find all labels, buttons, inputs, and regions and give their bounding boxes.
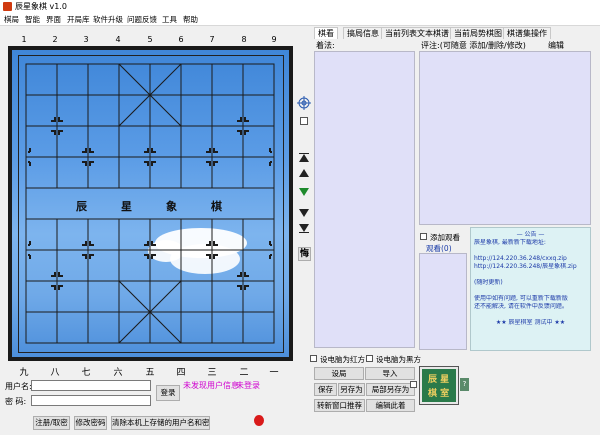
- password-field[interactable]: [31, 395, 151, 406]
- announcement-title: — 公告 —: [516, 231, 545, 238]
- file-label-bottom: 五: [145, 368, 155, 378]
- announcement-line: ★★ 辰星棋室 测试中 ★★: [495, 319, 566, 326]
- river-text: 星: [121, 200, 132, 213]
- announcement-line: 使用中如有问题, 可以重新下载新版: [474, 295, 568, 302]
- file-label-bottom: 一: [269, 368, 279, 378]
- announcement-line[interactable]: http://124.220.36.248/辰星象棋.zip: [474, 263, 587, 271]
- username-field[interactable]: [31, 380, 151, 391]
- computer-red-checkbox[interactable]: [310, 355, 317, 362]
- announcement-line: [474, 311, 587, 319]
- change-password-button[interactable]: 修改密码: [74, 416, 107, 430]
- add-watch-checkbox[interactable]: [420, 233, 427, 240]
- edit-label[interactable]: 编辑: [548, 40, 564, 51]
- announcement-line: 还不能解决, 请在软件中反馈问题。: [474, 303, 568, 310]
- announcement-line: 辰星象棋, 最新新下载地址:: [474, 239, 546, 246]
- river-text: 辰: [76, 200, 87, 213]
- first-move-icon[interactable]: [297, 153, 311, 162]
- help-button[interactable]: ?: [460, 378, 469, 391]
- file-label-bottom: 三: [207, 368, 217, 378]
- add-watch-label: 添加观看: [430, 233, 460, 242]
- user-status-text: 未发现用户信息: [183, 381, 239, 390]
- save-button[interactable]: 保存: [314, 383, 337, 396]
- river-text: 棋: [211, 200, 222, 213]
- red-apple-icon[interactable]: [254, 415, 264, 426]
- edit-move-button[interactable]: 编辑此着: [366, 399, 415, 412]
- announcement-line[interactable]: http://124.220.36.248/cxxq.zip: [474, 255, 587, 263]
- file-label-bottom: 六: [113, 368, 123, 378]
- login-button[interactable]: 登录: [156, 385, 180, 401]
- compass-icon[interactable]: [297, 96, 311, 113]
- file-label-bottom: 二: [239, 368, 249, 378]
- new-window-button[interactable]: 转新窗口推荐: [314, 399, 365, 412]
- announcement-line: [474, 271, 587, 279]
- tab-game-info[interactable]: 搞局信息: [343, 27, 383, 39]
- brand-text: 辰 星 棋 室: [428, 375, 450, 399]
- file-label-bottom: 八: [50, 368, 60, 378]
- brand-room-button[interactable]: 辰 星 棋 室: [419, 366, 459, 405]
- tab-watch[interactable]: 棋看: [314, 27, 338, 39]
- next-move-icon[interactable]: [297, 209, 311, 217]
- tab-position-diagram[interactable]: 当前局势棋图: [450, 27, 506, 39]
- flip-board-checkbox[interactable]: [300, 117, 308, 125]
- moves-label: 着法:: [316, 41, 335, 50]
- comment-box[interactable]: [419, 51, 591, 225]
- partial-save-as-button[interactable]: 局部另存为: [366, 383, 415, 396]
- announcement-line: [474, 247, 587, 255]
- file-label-bottom: 九: [19, 368, 29, 378]
- tab-text-record[interactable]: 当前列表文本棋谱: [381, 27, 453, 39]
- regret-button[interactable]: 悔: [298, 247, 311, 261]
- file-label-bottom: 四: [176, 368, 186, 378]
- moves-list[interactable]: [314, 51, 415, 348]
- play-move-icon[interactable]: [297, 188, 311, 196]
- import-button[interactable]: 导入: [365, 367, 415, 380]
- announcement-panel: — 公告 — 辰星象棋, 最新新下载地址: http://124.220.36.…: [470, 227, 591, 351]
- register-button[interactable]: 注册/取密: [33, 416, 70, 430]
- computer-black-checkbox[interactable]: [366, 355, 373, 362]
- prev-move-icon[interactable]: [297, 169, 311, 177]
- last-move-icon[interactable]: [297, 224, 311, 233]
- tab-collection-ops[interactable]: 棋谱集操作: [503, 27, 551, 39]
- password-label: 密 码:: [5, 397, 27, 406]
- announcement-line: [474, 287, 587, 295]
- computer-black-label: 设电脑为黑方: [376, 355, 421, 364]
- login-status-text: 未登录: [236, 381, 260, 390]
- computer-red-label: 设电脑为红方: [320, 355, 365, 364]
- save-as-button[interactable]: 另存为: [338, 383, 365, 396]
- comment-label: 评注:(可随意 添加/删除/修改): [421, 41, 526, 50]
- file-label-bottom: 七: [81, 368, 91, 378]
- river-text: 象: [166, 200, 177, 213]
- set-board-button[interactable]: 设局: [314, 367, 364, 380]
- clear-credentials-button[interactable]: 清除本机上存储的用户名和密码: [111, 416, 210, 430]
- watcher-list[interactable]: [419, 253, 467, 350]
- brand-checkbox[interactable]: [410, 381, 417, 388]
- username-label: 用户名:: [5, 382, 32, 391]
- announcement-line: (随时更新): [474, 279, 503, 286]
